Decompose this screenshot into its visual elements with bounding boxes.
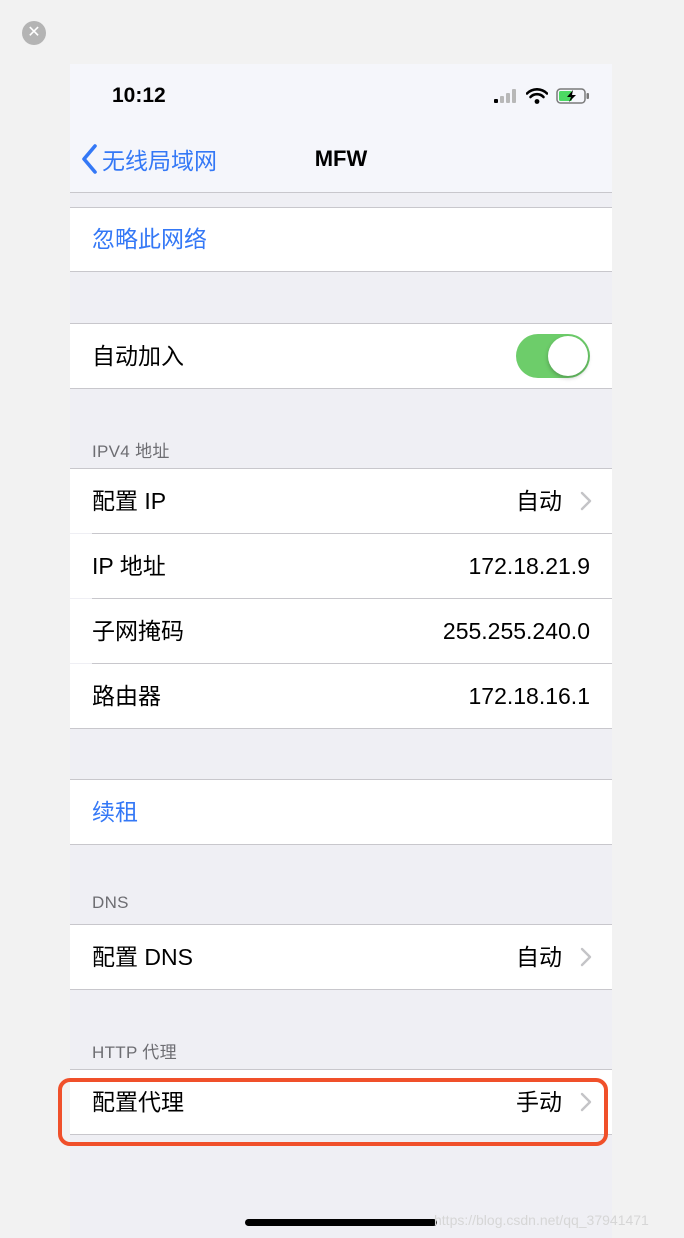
forget-network-cell[interactable]: 忽略此网络 [70, 207, 612, 271]
battery-charging-icon [556, 88, 589, 104]
renew-lease-cell[interactable]: 续租 [70, 780, 612, 844]
configure-dns-label: 配置 DNS [92, 944, 193, 970]
router-value: 172.18.16.1 [468, 683, 590, 709]
status-icons [494, 88, 590, 104]
phone-screen: 10:12 无线局域网 MFW 忽略此网络 自动加入 IPV4 地址 配置 IP… [70, 64, 612, 1238]
divider [70, 388, 612, 389]
chevron-right-icon [580, 947, 592, 967]
divider [70, 989, 612, 990]
auto-join-label: 自动加入 [92, 343, 184, 369]
status-time: 10:12 [112, 84, 166, 107]
configure-dns-value: 自动 [516, 944, 562, 970]
ipv4-section-header: IPV4 地址 [92, 442, 170, 461]
page-title: MFW [314, 146, 368, 171]
subnet-mask-label: 子网掩码 [92, 618, 184, 644]
navigation-bar: 无线局域网 MFW [70, 128, 612, 193]
configure-ip-value: 自动 [516, 488, 562, 514]
renew-lease-label: 续租 [92, 799, 138, 825]
wifi-icon [526, 88, 548, 104]
chevron-right-icon [580, 491, 592, 511]
divider [70, 844, 612, 845]
home-indicator[interactable] [245, 1219, 437, 1226]
http-proxy-section-header: HTTP 代理 [92, 1043, 177, 1062]
divider [70, 271, 612, 272]
auto-join-cell: 自动加入 [70, 324, 612, 388]
divider [70, 207, 612, 208]
subnet-mask-value: 255.255.240.0 [442, 618, 590, 644]
highlight-box [58, 1078, 608, 1146]
status-bar: 10:12 [70, 64, 612, 128]
ip-address-value: 172.18.21.9 [468, 553, 590, 579]
ip-address-label: IP 地址 [92, 553, 166, 579]
auto-join-toggle[interactable] [516, 334, 590, 378]
watermark: https://blog.csdn.net/qq_37941471 [434, 1212, 649, 1228]
configure-dns-cell[interactable]: 配置 DNS 自动 [70, 925, 612, 989]
close-icon[interactable]: ✕ [22, 21, 46, 45]
subnet-mask-cell: 子网掩码 255.255.240.0 [70, 599, 612, 663]
dns-section-header: DNS [92, 893, 129, 912]
forget-network-label: 忽略此网络 [92, 226, 207, 252]
router-label: 路由器 [92, 683, 161, 709]
configure-ip-cell[interactable]: 配置 IP 自动 [70, 469, 612, 533]
ip-address-cell: IP 地址 172.18.21.9 [70, 534, 612, 598]
toggle-knob [548, 336, 588, 376]
divider [70, 728, 612, 729]
router-cell: 路由器 172.18.16.1 [70, 664, 612, 728]
cellular-signal-icon [494, 89, 516, 103]
configure-ip-label: 配置 IP [92, 488, 167, 514]
